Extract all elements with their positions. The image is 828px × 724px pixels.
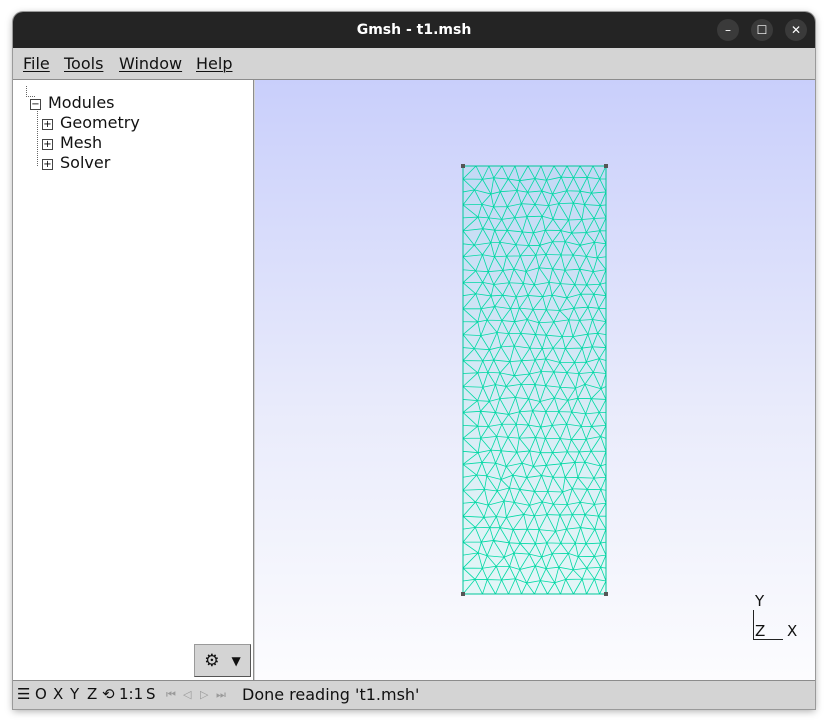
menu-bar: File Tools Window Help bbox=[13, 48, 815, 80]
options-menu-button[interactable]: ⚙ ▼ bbox=[194, 644, 251, 677]
rotate-icon[interactable]: ⟲ bbox=[102, 681, 115, 708]
scale-button[interactable]: 1:1 bbox=[119, 681, 143, 708]
graphics-viewport[interactable]: Y Z X bbox=[255, 80, 815, 680]
tree-toggle-solver[interactable]: + bbox=[42, 159, 53, 170]
y-axis-line bbox=[753, 610, 754, 640]
corner-point bbox=[604, 592, 608, 596]
menu-toggle-icon[interactable]: ☰ bbox=[17, 681, 30, 708]
play-icon[interactable]: ▷ bbox=[200, 681, 208, 708]
view-z-button[interactable]: Z bbox=[87, 681, 97, 708]
corner-point bbox=[461, 592, 465, 596]
view-x-button[interactable]: X bbox=[53, 681, 63, 708]
prev-step-icon[interactable]: ◁ bbox=[183, 681, 191, 708]
menu-window[interactable]: Window bbox=[119, 48, 182, 79]
status-bar: ☰ O X Y Z ⟲ 1:1 S ⏮ ◁ ▷ ⏭ Done reading '… bbox=[13, 680, 815, 709]
maximize-button[interactable]: ☐ bbox=[751, 19, 773, 41]
close-button[interactable]: ✕ bbox=[785, 19, 807, 41]
view-y-button[interactable]: Y bbox=[70, 681, 79, 708]
tree-item-modules[interactable]: Modules bbox=[48, 93, 115, 113]
axis-label-x: X bbox=[787, 622, 798, 640]
gear-icon: ⚙ bbox=[204, 650, 220, 671]
first-step-icon[interactable]: ⏮ bbox=[166, 681, 176, 708]
tree-connector bbox=[26, 86, 35, 97]
view-origin-button[interactable]: O bbox=[35, 681, 47, 708]
axis-label-z: Z bbox=[755, 622, 766, 640]
tree-toggle-modules[interactable]: − bbox=[30, 99, 41, 110]
tree-item-solver[interactable]: Solver bbox=[60, 153, 110, 173]
title-bar[interactable]: Gmsh - t1.msh – ☐ ✕ bbox=[13, 12, 815, 48]
axis-label-y: Y bbox=[755, 592, 765, 610]
window-title: Gmsh - t1.msh bbox=[356, 22, 472, 38]
chevron-down-icon: ▼ bbox=[231, 653, 241, 668]
module-tree-panel: − Modules + Geometry + Mesh + Solver bbox=[13, 80, 254, 680]
tree-item-geometry[interactable]: Geometry bbox=[60, 113, 140, 133]
mesh-view[interactable] bbox=[255, 80, 815, 680]
tree-toggle-geometry[interactable]: + bbox=[42, 119, 53, 130]
menu-file[interactable]: File bbox=[23, 48, 50, 79]
tree-item-mesh[interactable]: Mesh bbox=[60, 133, 102, 153]
minimize-button[interactable]: – bbox=[717, 19, 739, 41]
menu-tools[interactable]: Tools bbox=[64, 48, 103, 79]
corner-point bbox=[604, 164, 608, 168]
menu-help[interactable]: Help bbox=[196, 48, 232, 79]
app-window: Gmsh - t1.msh – ☐ ✕ File Tools Window He… bbox=[13, 12, 815, 709]
last-step-icon[interactable]: ⏭ bbox=[216, 681, 226, 708]
corner-point bbox=[461, 164, 465, 168]
select-button[interactable]: S bbox=[146, 681, 156, 708]
tree-connector bbox=[37, 102, 46, 166]
tree-toggle-mesh[interactable]: + bbox=[42, 139, 53, 150]
status-message: Done reading 't1.msh' bbox=[242, 685, 420, 704]
